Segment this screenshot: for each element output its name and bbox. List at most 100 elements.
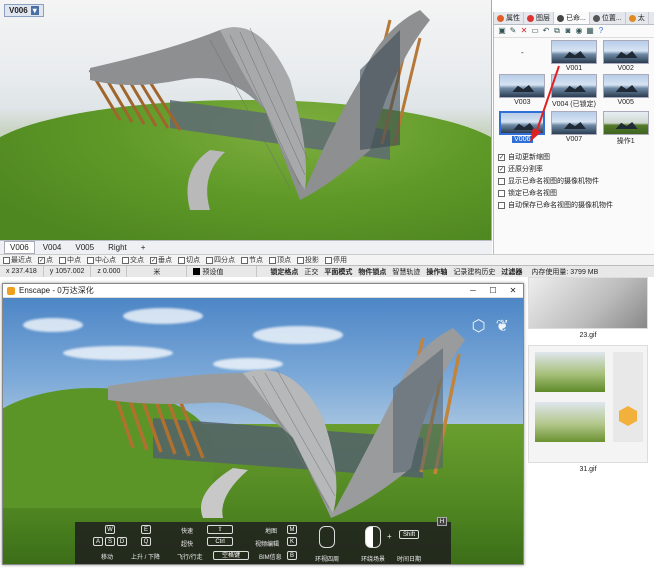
folder-icon[interactable]: ▭ [531, 27, 539, 35]
maximize-icon[interactable]: ☐ [483, 286, 503, 295]
osnap-point[interactable]: ✓ 点 [38, 255, 53, 265]
osnap-label: 垂点 [158, 257, 172, 264]
tab-right[interactable]: Right [102, 241, 133, 254]
tab-named-positions[interactable]: 位置... [590, 12, 626, 24]
osnap-intersection[interactable]: 交点 [122, 255, 144, 265]
unit-label[interactable]: 米 [127, 266, 188, 277]
checkbox[interactable] [498, 153, 505, 161]
checkbox[interactable] [122, 256, 129, 264]
gumball-button[interactable]: 操作轴 [423, 267, 450, 277]
delete-icon[interactable]: ✕ [520, 27, 528, 35]
osnap-tangent[interactable]: 切点 [178, 255, 200, 265]
thumb-image: - [499, 40, 546, 64]
view-thumb-v004[interactable]: V004 (已锁定) [550, 74, 599, 109]
osnap-label: 点 [46, 257, 53, 264]
file-thumb-23[interactable]: 23.gif [528, 277, 648, 339]
checkbox[interactable] [325, 256, 332, 264]
add-tab-button[interactable]: + [135, 241, 152, 254]
view-thumb-op1[interactable]: 操作1 [601, 111, 650, 146]
sun-icon [628, 14, 636, 22]
history-button[interactable]: 记录建构历史 [450, 267, 498, 277]
option-auto-save-cameras[interactable]: 自动保存已命名视图的摄像机物件 [498, 200, 650, 210]
viewport-title[interactable]: V006 ▾ [4, 4, 44, 17]
osnap-bar: 最近点 ✓ 点 中点 中心点 交点 ✓ 垂点 切点 四分点 节点 顶点 投影 停用 [0, 254, 654, 265]
lotus-icon[interactable]: ❦ [496, 316, 509, 336]
option-restore-split[interactable]: 还原分割率 [498, 164, 650, 174]
thumb-image [550, 74, 597, 98]
checkbox[interactable] [59, 256, 66, 264]
tab-v006[interactable]: V006 [4, 241, 35, 254]
file-thumb-31[interactable]: 31.gif [528, 345, 648, 473]
osnap-knot[interactable]: 节点 [241, 255, 263, 265]
copy-icon[interactable]: ⧉ [553, 27, 561, 35]
tab-v004[interactable]: V004 [37, 241, 68, 254]
view-thumb-v007[interactable]: V007 [550, 111, 599, 146]
memory-usage: 内存使用量: 3799 MB [531, 268, 599, 276]
option-lock-views[interactable]: 锁定已命名视图 [498, 188, 650, 198]
slow-label: 超快 [181, 542, 194, 548]
osnap-quadrant[interactable]: 四分点 [206, 255, 235, 265]
grid-icon[interactable]: ▦ [586, 27, 594, 35]
option-show-cameras[interactable]: 显示已命名视图的摄像机物件 [498, 176, 650, 186]
osnap-nearest[interactable]: 最近点 [3, 255, 32, 265]
filter-button[interactable]: 过滤器 [498, 267, 525, 277]
osnap-label: 四分点 [214, 257, 235, 264]
camera-icon[interactable]: ◙ [564, 27, 572, 35]
view-thumb-v002[interactable]: V002 [601, 40, 650, 72]
checkbox[interactable] [498, 165, 505, 173]
osnap-disable[interactable]: 停用 [325, 255, 347, 265]
checkbox[interactable] [269, 256, 276, 264]
checkbox[interactable] [206, 256, 213, 264]
enscape-viewport[interactable]: ⬡ ❦ H W E A S D Q 移动 上升 / 下降 快速 ⇧ 超快 Ctr… [3, 298, 523, 564]
view-thumb-v006[interactable]: V006 [498, 111, 547, 146]
cube-view-icon[interactable]: ⬡ [472, 316, 486, 336]
osnap-midpoint[interactable]: 中点 [59, 255, 81, 265]
view-thumb-v001[interactable]: V001 [550, 40, 599, 72]
view-thumb-v003[interactable]: V003 [498, 74, 547, 109]
checkbox[interactable] [3, 256, 10, 264]
position-icon [592, 14, 600, 22]
tab-named-views[interactable]: 已命... [554, 12, 590, 24]
checkbox[interactable] [498, 201, 505, 209]
view-thumb-v005[interactable]: V005 [601, 74, 650, 109]
grid-snap-button[interactable]: 锁定格点 [267, 267, 301, 277]
eye-icon[interactable]: ◉ [575, 27, 583, 35]
smarttrack-button[interactable]: 智慧轨迹 [389, 267, 423, 277]
osnap-center[interactable]: 中心点 [87, 255, 116, 265]
planar-button[interactable]: 平面模式 [321, 267, 355, 277]
checkbox[interactable] [297, 256, 304, 264]
help-icon[interactable]: ? [597, 27, 605, 35]
key-q: Q [141, 537, 151, 546]
checkbox[interactable] [498, 189, 505, 197]
checkbox[interactable] [178, 256, 185, 264]
key-shift: Shift [399, 530, 419, 539]
restore-view-icon[interactable]: ↶ [542, 27, 550, 35]
edit-icon[interactable]: ✎ [509, 27, 517, 35]
tab-layers[interactable]: 图层 [524, 12, 554, 24]
osnap-vertex[interactable]: 顶点 [269, 255, 291, 265]
rhino-viewport[interactable]: V006 ▾ [0, 0, 492, 240]
osnap-project[interactable]: 投影 [297, 255, 319, 265]
option-auto-update[interactable]: 自动更新缩图 [498, 152, 650, 162]
enscape-window: Enscape - 0万达深化 ─ ☐ ✕ ⬡ ❦ H W E A S D Q … [2, 283, 524, 565]
chevron-down-icon[interactable]: ▾ [30, 6, 39, 15]
checkbox[interactable] [241, 256, 248, 264]
osnap-button[interactable]: 物件锁点 [355, 267, 389, 277]
ortho-button[interactable]: 正交 [301, 267, 321, 277]
tab-properties[interactable]: 属性 [494, 12, 524, 24]
checkbox[interactable]: ✓ [38, 256, 45, 264]
tab-label: 太 [637, 15, 645, 22]
minimize-icon[interactable]: ─ [463, 286, 483, 295]
save-view-icon[interactable]: ▣ [498, 27, 506, 35]
checkbox[interactable] [498, 177, 505, 185]
help-toggle-button[interactable]: H [437, 517, 447, 526]
checkbox[interactable] [87, 256, 94, 264]
option-label: 自动更新缩图 [508, 154, 550, 161]
checkbox[interactable]: ✓ [150, 256, 157, 264]
close-icon[interactable]: ✕ [503, 286, 523, 295]
layer-indicator[interactable]: 预设值 [187, 266, 258, 277]
option-label: 自动保存已命名视图的摄像机物件 [508, 202, 613, 209]
osnap-perpendicular[interactable]: ✓ 垂点 [150, 255, 172, 265]
tab-sun[interactable]: 太 [626, 12, 649, 24]
tab-v005[interactable]: V005 [69, 241, 100, 254]
